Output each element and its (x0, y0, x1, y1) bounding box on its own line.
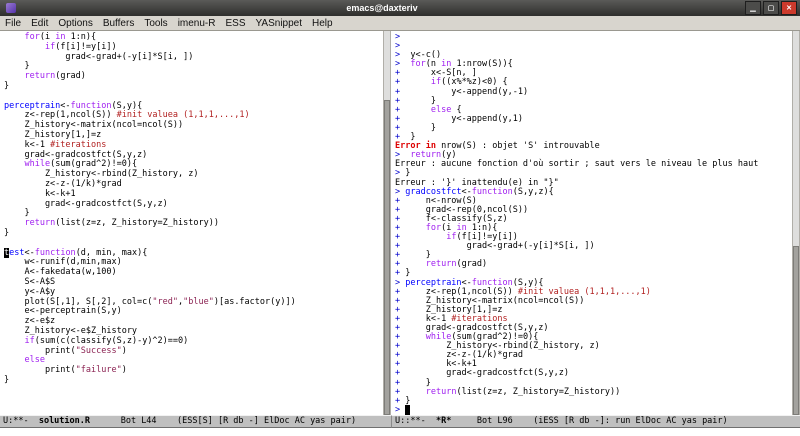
code-line: + return(grad) (395, 259, 488, 270)
menu-item-options[interactable]: Options (53, 18, 97, 29)
emacs-icon (6, 3, 16, 13)
code-line: + } (395, 395, 411, 406)
code-line: > (395, 404, 792, 415)
left-scrollbar[interactable] (383, 31, 391, 415)
title-bar: emacs@daxteriv ▁ ▢ ✕ (0, 0, 800, 16)
mode-lines: U:**- solution.R Bot L44 (ESS[S] [R db -… (0, 415, 800, 428)
code-line: > (395, 32, 406, 42)
menu-item-imenu-r[interactable]: imenu-R (173, 18, 221, 29)
menu-item-file[interactable]: File (0, 18, 26, 29)
menu-item-yasnippet[interactable]: YASnippet (251, 18, 308, 29)
window-title: emacs@daxteriv (346, 3, 418, 13)
code-line: + y<-append(y,-1) (395, 86, 529, 97)
right-scrollbar-thumb[interactable] (793, 246, 799, 415)
menu-item-tools[interactable]: Tools (139, 18, 172, 29)
code-line: A<-fakedata(w,100) (4, 267, 117, 278)
code-line: } (4, 374, 10, 385)
frame-body: for(i in 1:n){ if(f[i]!=y[i]) grad<-grad… (0, 31, 800, 415)
code-line: U:**- solution.R Bot L44 (ESS[S] [R db -… (3, 416, 357, 426)
code-line: e<-perceptrain(S,y) (4, 306, 122, 317)
minimize-button[interactable]: ▁ (745, 1, 761, 15)
window-buttons: ▁ ▢ ✕ (745, 1, 797, 15)
close-button[interactable]: ✕ (781, 1, 797, 15)
left-scrollbar-thumb[interactable] (384, 100, 390, 415)
modeline-source[interactable]: U:**- solution.R Bot L44 (ESS[S] [R db -… (0, 415, 391, 428)
menu-bar: File Edit Options Buffers Tools imenu-R ESS YAS… (0, 16, 800, 31)
code-line: > (395, 41, 406, 52)
code-line: + } (395, 122, 436, 133)
right-scrollbar[interactable] (792, 31, 800, 415)
code-line: grad<-grad+(-y[i]*S[i, ]) (4, 51, 194, 62)
code-line: + grad<-gradcostfct(S,y,z) (395, 368, 570, 379)
code-line: return(list(z=z, Z_history=Z_history)) (24, 218, 219, 229)
menu-item-buffers[interactable]: Buffers (98, 18, 140, 29)
modeline-console[interactable]: U::**- *R* Bot L96 (iESS [R db -]: run E… (391, 415, 800, 428)
console-window[interactable]: > > > y<-c() > for(n in 1:nrow(S)){+ x<-S… (391, 31, 792, 415)
code-line: return(grad) (24, 71, 86, 82)
code-line: + return(list(z=z, Z_history=Z_history)) (395, 386, 621, 397)
source-window[interactable]: for(i in 1:n){ if(f[i]!=y[i]) grad<-grad… (0, 31, 383, 415)
code-line: print("Success") (4, 345, 127, 356)
code-line: } (4, 80, 10, 91)
code-line: grad<-gradcostfct(S,y,z) (4, 198, 168, 209)
menu-item-edit[interactable]: Edit (26, 18, 53, 29)
menu-item-help[interactable]: Help (307, 18, 338, 29)
menu-item-ess[interactable]: ESS (220, 18, 250, 29)
code-line: + grad<-grad+(-y[i]*S[i, ]) (395, 241, 595, 252)
code-line: } (4, 227, 10, 238)
code-line: S<-A$S (4, 276, 56, 287)
code-line: Erreur : aucune fonction d'où sortir ; s… (395, 159, 759, 170)
maximize-button[interactable]: ▢ (763, 1, 779, 15)
code-line: U::**- *R* Bot L96 (iESS [R db -]: run E… (395, 416, 728, 426)
code-line: print("failure") (4, 365, 127, 376)
code-line: + y<-append(y,1) (395, 113, 523, 124)
